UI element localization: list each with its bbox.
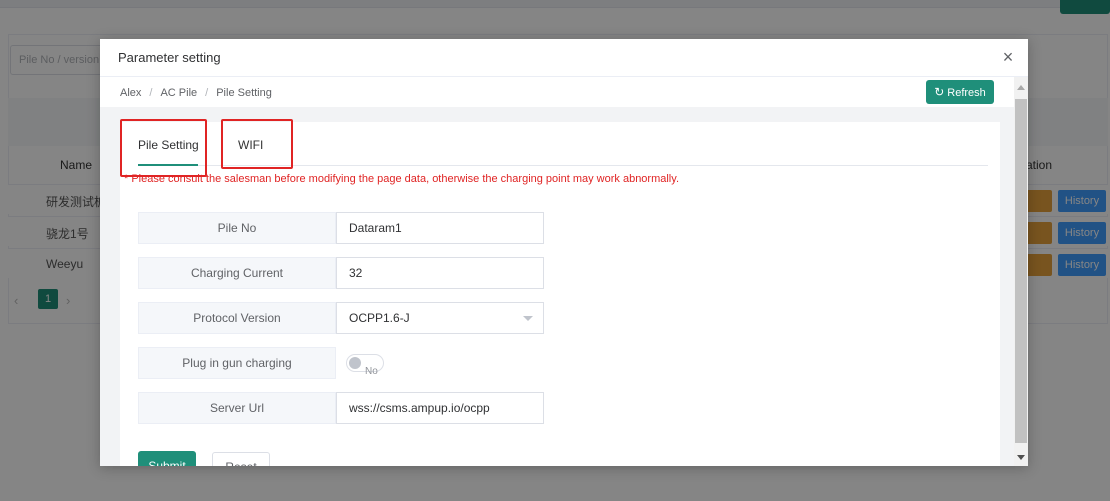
breadcrumb-item[interactable]: Alex [120,87,141,99]
breadcrumb: Alex / AC Pile / Pile Setting [120,87,272,99]
form-row-pile-no: Pile No Dataram1 [138,212,544,244]
scroll-thumb[interactable] [1015,99,1027,443]
form-row-plug-in-gun: Plug in gun charging No [138,347,544,379]
dialog-body: Alex / AC Pile / Pile Setting ↻ Refresh Pile … [100,77,1014,466]
charging-current-label: Charging Current [138,257,336,289]
chevron-down-icon [523,316,533,321]
breadcrumb-separator: / [205,87,209,99]
toggle-knob [349,357,361,369]
protocol-version-select[interactable]: OCPP1.6-J [336,302,544,334]
close-icon[interactable]: × [1000,48,1016,66]
plug-in-gun-label: Plug in gun charging [138,347,336,379]
form-row-server-url: Server Url wss://csms.ampup.io/ocpp [138,392,544,424]
breadcrumb-item[interactable]: AC Pile [160,87,197,99]
warning-message: * Please consult the salesman before mod… [124,173,679,185]
reset-button[interactable]: Reset [212,452,270,466]
parameter-setting-dialog: Parameter setting × Alex / AC Pile / Pile Se… [100,39,1028,466]
breadcrumb-separator: / [149,87,153,99]
toggle-text: No [365,366,378,377]
breadcrumb-bar: Alex / AC Pile / Pile Setting ↻ Refresh [100,77,1014,107]
highlight-box-wifi [221,119,293,169]
pile-no-input[interactable]: Dataram1 [336,212,544,244]
server-url-input[interactable]: wss://csms.ampup.io/ocpp [336,392,544,424]
submit-button[interactable]: Submit [138,451,196,466]
form-row-protocol-version: Protocol Version OCPP1.6-J [138,302,544,334]
dialog-scrollbar[interactable] [1014,77,1028,466]
server-url-label: Server Url [138,392,336,424]
pile-no-label: Pile No [138,212,336,244]
plug-in-gun-toggle[interactable]: No [346,354,384,377]
protocol-version-value: OCPP1.6-J [349,311,410,325]
form-row-charging-current: Charging Current 32 [138,257,544,289]
protocol-version-label: Protocol Version [138,302,336,334]
settings-panel: Pile Setting WIFI * Please consult the s… [120,119,1000,466]
highlight-box-pile-setting [120,119,207,177]
charging-current-input[interactable]: 32 [336,257,544,289]
refresh-button[interactable]: ↻ Refresh [926,80,994,104]
refresh-label: Refresh [947,87,986,99]
scroll-up-icon[interactable] [1017,85,1025,90]
dialog-title: Parameter setting [118,50,221,65]
plug-in-gun-cell: No [336,347,544,379]
scroll-down-icon[interactable] [1017,455,1025,460]
breadcrumb-item: Pile Setting [216,87,272,99]
refresh-icon: ↻ [934,85,945,99]
dialog-header: Parameter setting × [100,39,1028,77]
